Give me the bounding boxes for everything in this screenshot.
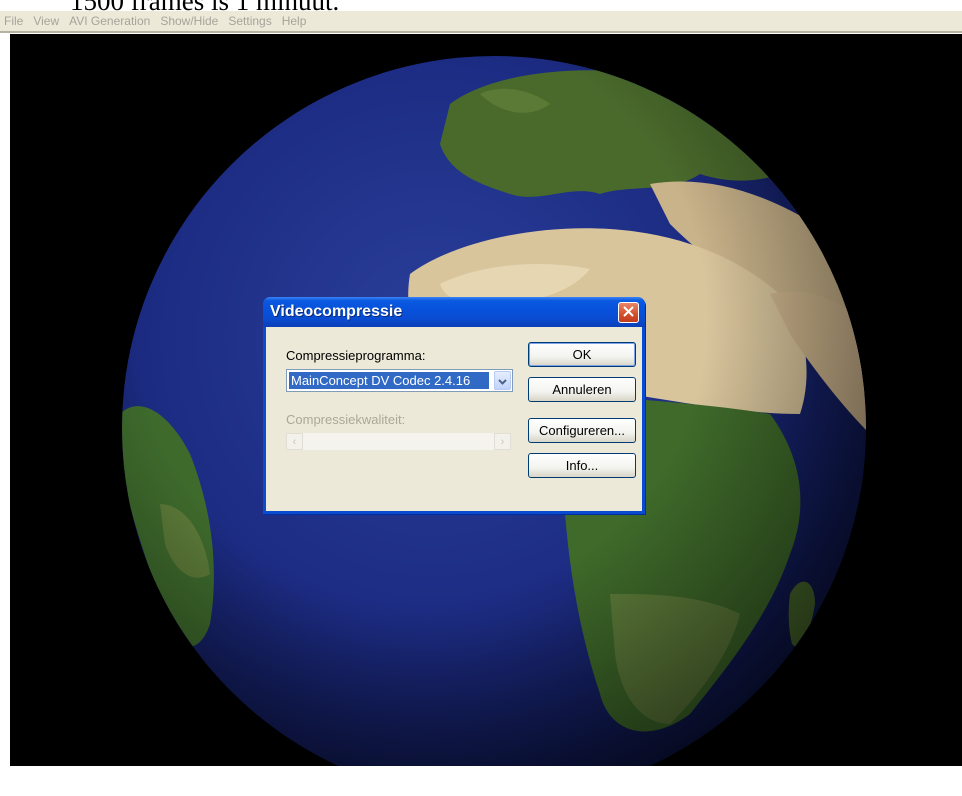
scroll-left-button: ‹ <box>286 433 303 450</box>
arrow-right-icon: › <box>500 435 505 448</box>
quality-label: Compressiekwaliteit: <box>286 412 406 427</box>
quality-slider: ‹ › <box>286 433 511 450</box>
menu-item-show-hide[interactable]: Show/Hide <box>156 14 224 28</box>
dialog-title: Videocompressie <box>270 303 403 320</box>
video-compression-dialog: Videocompressie Compressieprogramma: Mai… <box>263 297 645 514</box>
arrow-left-icon: ‹ <box>292 435 297 448</box>
ok-button[interactable]: OK <box>528 342 636 367</box>
compressor-label: Compressieprogramma: <box>286 348 426 363</box>
dialog-titlebar[interactable]: Videocompressie <box>263 297 645 327</box>
compressor-value: MainConcept DV Codec 2.4.16 <box>289 372 489 389</box>
menu-item-file[interactable]: File <box>0 14 29 28</box>
dropdown-button[interactable] <box>494 371 511 390</box>
close-button[interactable] <box>618 302 639 323</box>
close-icon <box>623 304 634 322</box>
menu-item-avi-generation[interactable]: AVI Generation <box>65 14 156 28</box>
scroll-right-button: › <box>494 433 511 450</box>
configure-button[interactable]: Configureren... <box>528 418 636 443</box>
menu-item-help[interactable]: Help <box>278 14 313 28</box>
cancel-button[interactable]: Annuleren <box>528 377 636 402</box>
menu-item-settings[interactable]: Settings <box>224 14 277 28</box>
info-button[interactable]: Info... <box>528 453 636 478</box>
chevron-down-icon <box>498 372 507 390</box>
compressor-select[interactable]: MainConcept DV Codec 2.4.16 <box>286 369 513 392</box>
menu-bar: File View AVI Generation Show/Hide Setti… <box>0 11 962 33</box>
menu-item-view[interactable]: View <box>29 14 65 28</box>
